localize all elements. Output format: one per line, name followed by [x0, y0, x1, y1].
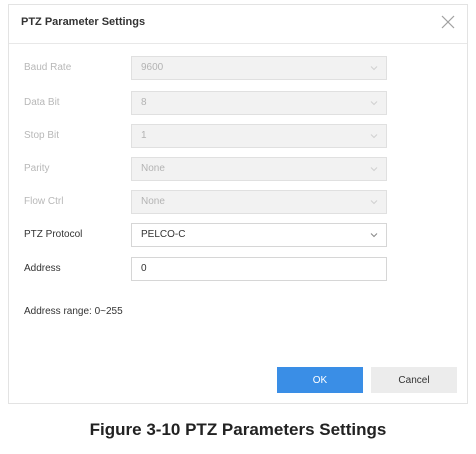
- parity-label: Parity: [24, 163, 50, 174]
- parity-select: None: [131, 157, 387, 181]
- baud-rate-label: Baud Rate: [24, 62, 72, 73]
- baud-rate-select: 9600: [131, 56, 387, 80]
- address-input[interactable]: 0: [131, 257, 387, 281]
- address-range-hint: Address range: 0~255: [24, 306, 123, 317]
- ptz-protocol-row: PTZ Protocol PELCO-C: [9, 223, 467, 249]
- ptz-protocol-select[interactable]: PELCO-C: [131, 223, 387, 247]
- figure-caption: Figure 3-10 PTZ Parameters Settings: [89, 420, 387, 439]
- baud-rate-value: 9600: [141, 62, 164, 73]
- parity-row: Parity None: [9, 157, 467, 183]
- chevron-down-icon: [370, 101, 378, 106]
- ptz-protocol-label: PTZ Protocol: [24, 229, 83, 240]
- chevron-down-icon: [370, 66, 378, 71]
- chevron-down-icon: [370, 134, 378, 139]
- parity-value: None: [141, 163, 165, 174]
- stop-bit-select: 1: [131, 124, 387, 148]
- stop-bit-label: Stop Bit: [24, 130, 60, 141]
- flow-ctrl-select: None: [131, 190, 387, 214]
- chevron-down-icon: [370, 167, 378, 172]
- data-bit-label: Data Bit: [24, 97, 60, 108]
- data-bit-value: 8: [141, 97, 147, 108]
- data-bit-row: Data Bit 8: [9, 91, 467, 117]
- flow-ctrl-row: Flow Ctrl None: [9, 190, 467, 216]
- stop-bit-value: 1: [141, 130, 147, 141]
- flow-ctrl-value: None: [141, 196, 165, 207]
- ptz-settings-dialog: PTZ Parameter Settings Baud Rate 9600 Da…: [8, 4, 468, 404]
- flow-ctrl-label: Flow Ctrl: [24, 196, 64, 207]
- baud-rate-row: Baud Rate 9600: [9, 56, 467, 82]
- data-bit-select: 8: [131, 91, 387, 115]
- ptz-protocol-value: PELCO-C: [141, 229, 186, 240]
- cancel-button[interactable]: Cancel: [371, 367, 457, 393]
- close-icon[interactable]: [441, 15, 455, 29]
- address-label: Address: [24, 263, 61, 274]
- chevron-down-icon: [370, 200, 378, 205]
- chevron-down-icon: [370, 233, 378, 238]
- dialog-title: PTZ Parameter Settings: [21, 16, 146, 28]
- stop-bit-row: Stop Bit 1: [9, 124, 467, 150]
- address-value: 0: [141, 263, 147, 274]
- ok-button[interactable]: OK: [277, 367, 363, 393]
- dialog-header: PTZ Parameter Settings: [9, 5, 467, 44]
- address-row: Address 0: [9, 257, 467, 283]
